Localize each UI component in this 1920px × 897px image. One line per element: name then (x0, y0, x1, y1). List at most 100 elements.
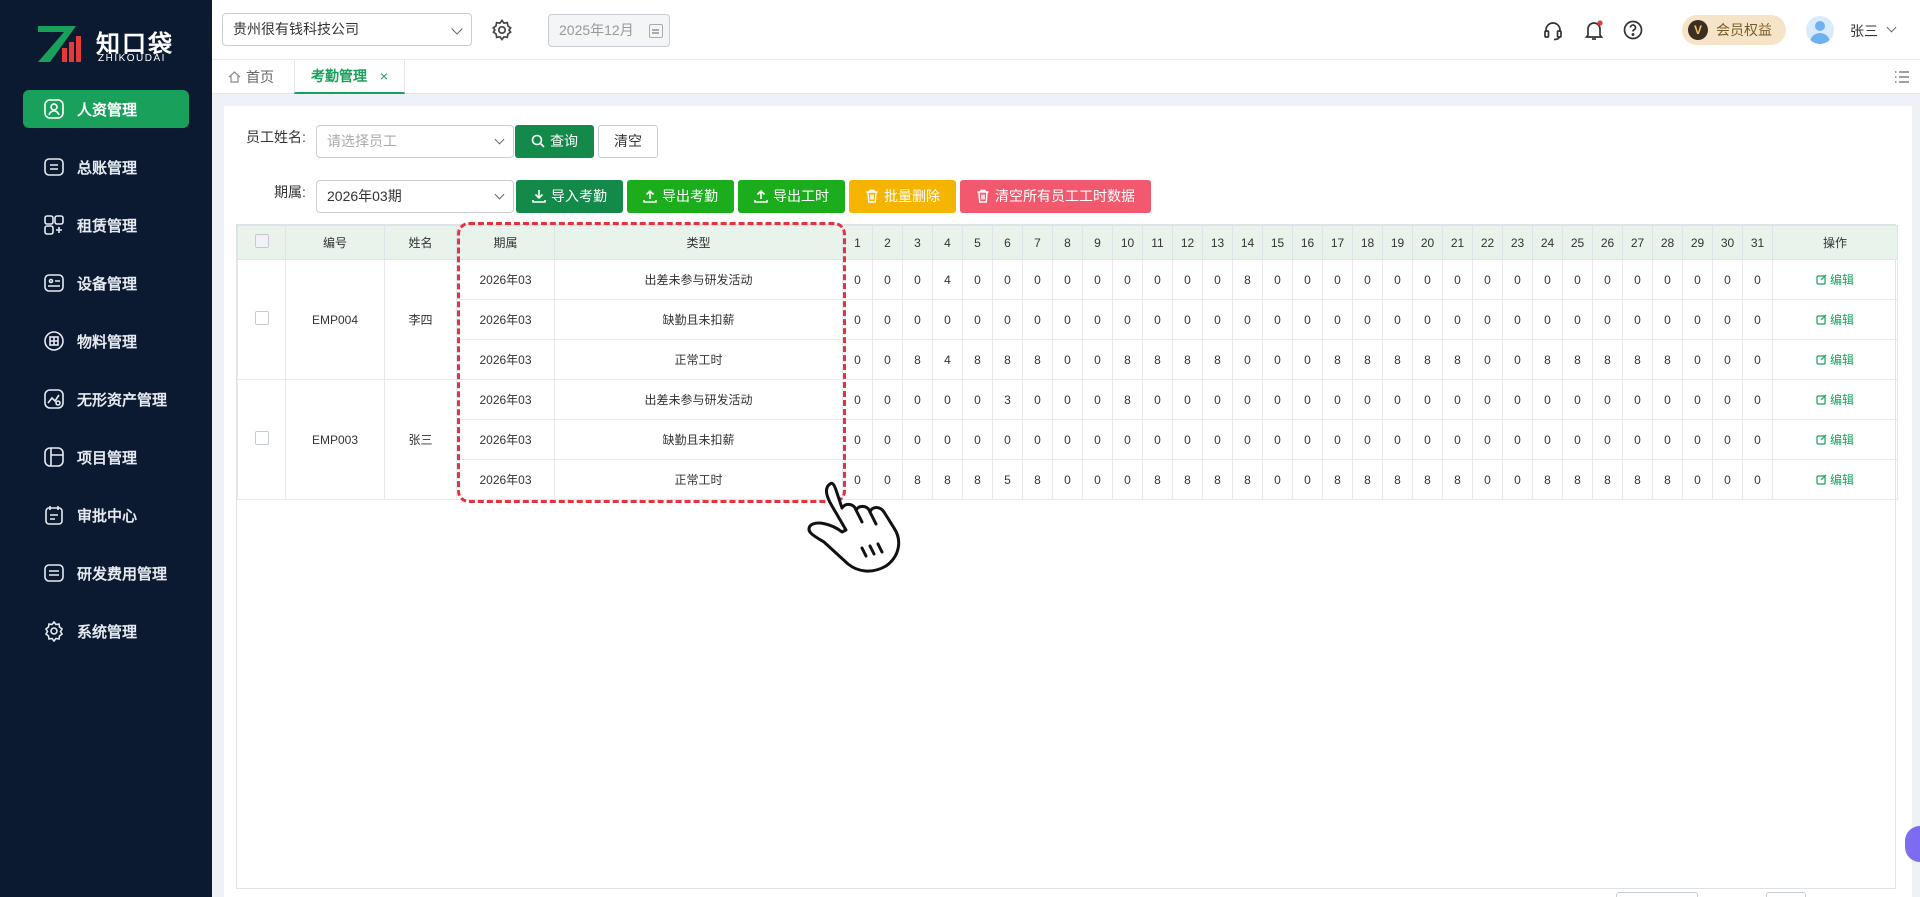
export-attendance-button[interactable]: 导出考勤 (627, 180, 734, 213)
employee-label: 员工姓名: (246, 129, 306, 145)
sidebar-item-ledger[interactable]: 总账管理 (23, 148, 189, 186)
table-row: 2026年03 正常工时 0 0 8 8 8 5 8 0 0 0 8 8 8 8 0 0 8 8 8 8 8 0 0 8 8 8 8 8 0… (238, 459, 1898, 500)
pager-control[interactable] (1616, 892, 1698, 897)
cell-type: 缺勤且未扣薪 (554, 419, 843, 460)
cell-ops: 编辑 (1772, 459, 1898, 500)
help-icon[interactable] (1622, 19, 1644, 41)
tab-attendance[interactable]: 考勤管理 × (294, 60, 405, 94)
edit-label: 编辑 (1829, 353, 1854, 367)
import-attendance-button[interactable]: 导入考勤 (516, 180, 623, 213)
cell-type: 正常工时 (554, 339, 843, 380)
tab-home[interactable]: 首页 (228, 60, 274, 94)
cell-type: 出差未参与研发活动 (554, 379, 843, 420)
select-all-checkbox[interactable] (254, 234, 269, 248)
close-icon[interactable]: × (380, 60, 388, 93)
cell-day-hours: 0 (1502, 419, 1533, 460)
date-value: 2025年12月 (559, 22, 634, 38)
list-menu-icon[interactable] (1894, 70, 1910, 84)
cell-type: 缺勤且未扣薪 (554, 299, 843, 340)
batch-delete-button[interactable]: 批量删除 (849, 180, 956, 213)
cell-day-hours: 8 (1232, 459, 1263, 500)
edit-button[interactable]: 编辑 (1816, 393, 1854, 407)
chevron-down-icon[interactable] (1886, 22, 1897, 33)
cell-day-hours: 8 (1382, 339, 1413, 380)
cell-day-hours: 0 (962, 379, 993, 420)
row-checkbox[interactable] (254, 431, 269, 445)
material-icon (43, 330, 65, 352)
cell-day-hours: 0 (1352, 419, 1383, 460)
cell-day-hours: 0 (1022, 419, 1053, 460)
cell-day-hours: 0 (1562, 259, 1593, 300)
cell-day-hours: 0 (1502, 259, 1533, 300)
tab-attendance-label: 考勤管理 (311, 68, 367, 84)
cell-day-hours: 0 (1442, 379, 1473, 420)
edit-button[interactable]: 编辑 (1816, 433, 1854, 447)
cell-day-hours: 8 (1022, 339, 1053, 380)
cell-day-hours: 0 (1592, 259, 1623, 300)
download-icon (532, 190, 546, 203)
cell-day-hours: 8 (1202, 339, 1233, 380)
cell-day-hours: 0 (1082, 299, 1113, 340)
bell-icon[interactable] (1583, 19, 1605, 41)
header-select-all[interactable] (237, 225, 286, 260)
export-hours-button[interactable]: 导出工时 (738, 180, 845, 213)
query-button[interactable]: 查询 (515, 125, 594, 158)
avatar[interactable] (1806, 16, 1834, 44)
employee-placeholder: 请选择员工 (327, 133, 397, 149)
cell-day-hours: 0 (1262, 379, 1293, 420)
header-day: 17 (1322, 225, 1353, 260)
cell-day-hours: 0 (1532, 259, 1563, 300)
edit-icon (1816, 434, 1827, 445)
cell-day-hours: 0 (1082, 459, 1113, 500)
date-picker[interactable]: 2025年12月 (548, 14, 670, 47)
settings-gear-icon[interactable] (490, 18, 514, 42)
user-name[interactable]: 张三 (1850, 21, 1878, 41)
table-row: 2026年03 正常工时 0 0 8 4 8 8 8 0 0 8 8 8 8 0 0 0 8 8 8 8 8 0 0 8 8 8 8 8 0… (238, 339, 1898, 380)
cell-day-hours: 8 (1562, 339, 1593, 380)
edit-icon (1816, 354, 1827, 365)
sidebar-item-device[interactable]: 设备管理 (23, 264, 189, 302)
cell-name: 李四 (384, 259, 457, 380)
cell-day-hours: 8 (1352, 339, 1383, 380)
sidebar-item-system[interactable]: 系统管理 (23, 612, 189, 650)
edit-button[interactable]: 编辑 (1816, 313, 1854, 327)
cell-day-hours: 0 (1472, 259, 1503, 300)
cell-period: 2026年03 (456, 339, 555, 380)
cell-day-hours: 0 (1262, 299, 1293, 340)
clear-all-hours-button[interactable]: 清空所有员工工时数据 (960, 180, 1151, 213)
cell-day-hours: 0 (1712, 339, 1743, 380)
header-day: 27 (1622, 225, 1653, 260)
employee-select[interactable]: 请选择员工 (316, 125, 514, 158)
clear-button[interactable]: 清空 (598, 125, 658, 158)
sidebar-item-label: 总账管理 (77, 159, 138, 177)
cell-day-hours: 8 (1322, 339, 1353, 380)
cell-name: 张三 (384, 379, 457, 500)
edit-button[interactable]: 编辑 (1816, 273, 1854, 287)
header-day: 25 (1562, 225, 1593, 260)
cell-day-hours: 0 (1322, 259, 1353, 300)
cell-day-hours: 0 (1682, 379, 1713, 420)
sidebar-item-approval[interactable]: 审批中心 (23, 496, 189, 534)
row-checkbox[interactable] (254, 311, 269, 325)
calendar-icon (649, 24, 663, 38)
sidebar-item-rnd[interactable]: 研发费用管理 (23, 554, 189, 592)
sidebar-item-hr[interactable]: 人资管理 (23, 90, 189, 128)
member-benefits-button[interactable]: V 会员权益 (1682, 15, 1786, 45)
period-select[interactable]: 2026年03期 (316, 180, 514, 213)
cell-day-hours: 8 (902, 339, 933, 380)
cell-day-hours: 0 (1592, 419, 1623, 460)
cell-day-hours: 0 (1622, 419, 1653, 460)
edit-button[interactable]: 编辑 (1816, 473, 1854, 487)
sidebar-item-material[interactable]: 物料管理 (23, 322, 189, 360)
pager-control[interactable] (1766, 892, 1806, 897)
tabs-bar: 首页 考勤管理 × (212, 60, 1920, 94)
sidebar-item-project[interactable]: 项目管理 (23, 438, 189, 476)
company-select[interactable]: 贵州很有钱科技公司 (222, 13, 472, 46)
table-body: EMP004 李四 2026年03 出差未参与研发活动 0 0 0 4 0 0 0 0 0 0 0 0 0 8 0 0… (237, 259, 1898, 500)
sidebar-item-intangible[interactable]: 无形资产管理 (23, 380, 189, 418)
edit-button[interactable]: 编辑 (1816, 353, 1854, 367)
headset-icon[interactable] (1542, 19, 1564, 41)
cell-day-hours: 0 (1292, 459, 1323, 500)
header-day: 6 (992, 225, 1023, 260)
sidebar-item-lease[interactable]: 租赁管理 (23, 206, 189, 244)
